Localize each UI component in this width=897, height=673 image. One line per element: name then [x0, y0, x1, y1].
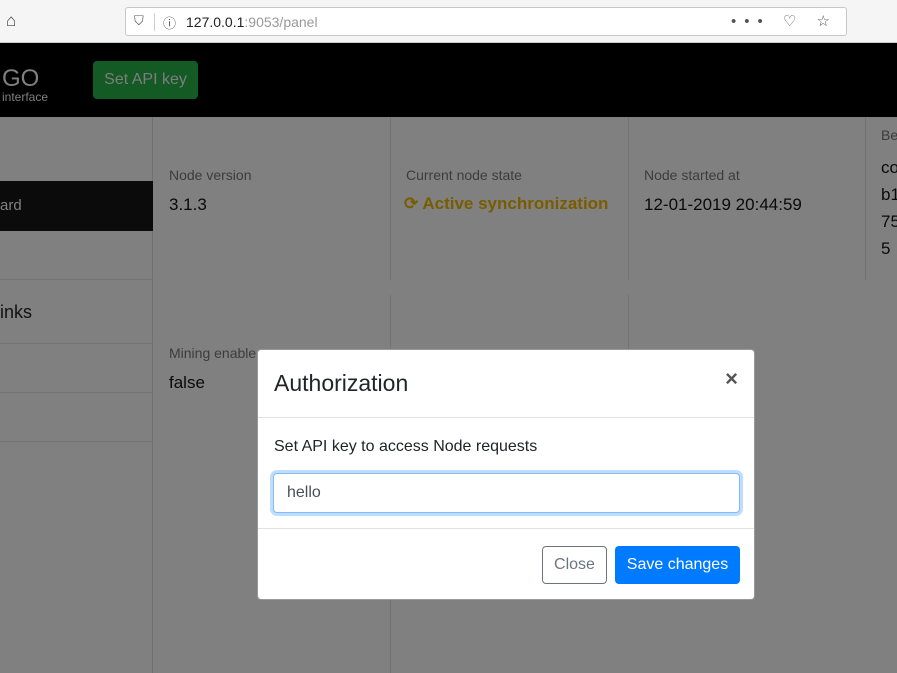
stat-label: Node version [169, 167, 252, 183]
set-api-key-button[interactable]: Set API key [93, 61, 198, 99]
stat-value: 3.1.3 [169, 195, 207, 214]
modal-message: Set API key to access Node requests [274, 438, 538, 455]
stat-card: Node started at 12-01-2019 20:44:59 [629, 117, 866, 280]
stat-card [391, 295, 629, 355]
modal-title: Authorization [274, 370, 409, 396]
logo-text: GO [2, 65, 40, 92]
shield-icon: ⛉ [134, 13, 144, 28]
stat-value: ⟳ Active synchronization [404, 194, 608, 214]
state-text: Active synchronization [422, 194, 609, 213]
authorization-modal: Authorization × Set API key to access No… [257, 349, 755, 600]
info-icon[interactable]: ⓘ [163, 13, 176, 32]
address-bar[interactable]: ⛉ ⓘ 127.0.0.1:9053/panel ••• ♡ ☆ [125, 7, 847, 36]
sidebar-item-dashboard[interactable]: ard [0, 181, 153, 231]
value-line: b1 [881, 185, 897, 204]
close-button[interactable]: Close [542, 546, 607, 584]
divider [154, 13, 155, 31]
value-line: 75 [881, 212, 897, 231]
stat-label: Current node state [406, 167, 522, 183]
value-line: co [881, 158, 897, 177]
divider [0, 279, 153, 280]
stat-card: Current node state ⟳ Active synchronizat… [391, 117, 629, 280]
divider [0, 441, 153, 442]
url-host: 127.0.0.1 [186, 14, 245, 30]
logo-subtitle: interface [2, 90, 49, 104]
logo: GO interface [2, 65, 49, 104]
close-icon[interactable]: × [725, 366, 738, 392]
stat-value: 12-01-2019 20:44:59 [644, 195, 802, 214]
url-path: :9053/panel [244, 14, 318, 30]
stat-label: Be [881, 127, 897, 143]
divider [0, 343, 153, 344]
stat-card: Be co b1 75 5 [866, 117, 897, 280]
value-line: 5 [881, 239, 891, 258]
home-icon[interactable]: ⌂ [6, 11, 16, 31]
stat-value: false [169, 373, 205, 392]
api-key-input[interactable] [273, 473, 740, 513]
stat-label: Mining enable [169, 345, 257, 361]
stat-label: Node started at [644, 167, 740, 183]
modal-header: Authorization × [258, 350, 754, 418]
url-text[interactable]: 127.0.0.1:9053/panel [186, 14, 318, 30]
stat-value: co b1 75 5 [881, 154, 897, 262]
sync-icon: ⟳ [404, 194, 419, 213]
links-heading: inks [0, 302, 33, 322]
modal-body: Set API key to access Node requests [258, 418, 754, 529]
page-actions-icon[interactable]: ••• ♡ ☆ [731, 12, 838, 30]
stat-card: Node version 3.1.3 [153, 117, 391, 280]
browser-toolbar: ⌂ ⛉ ⓘ 127.0.0.1:9053/panel ••• ♡ ☆ [0, 0, 897, 43]
divider [0, 392, 153, 393]
sidebar: ard inks [0, 117, 153, 673]
save-changes-button[interactable]: Save changes [615, 546, 740, 584]
